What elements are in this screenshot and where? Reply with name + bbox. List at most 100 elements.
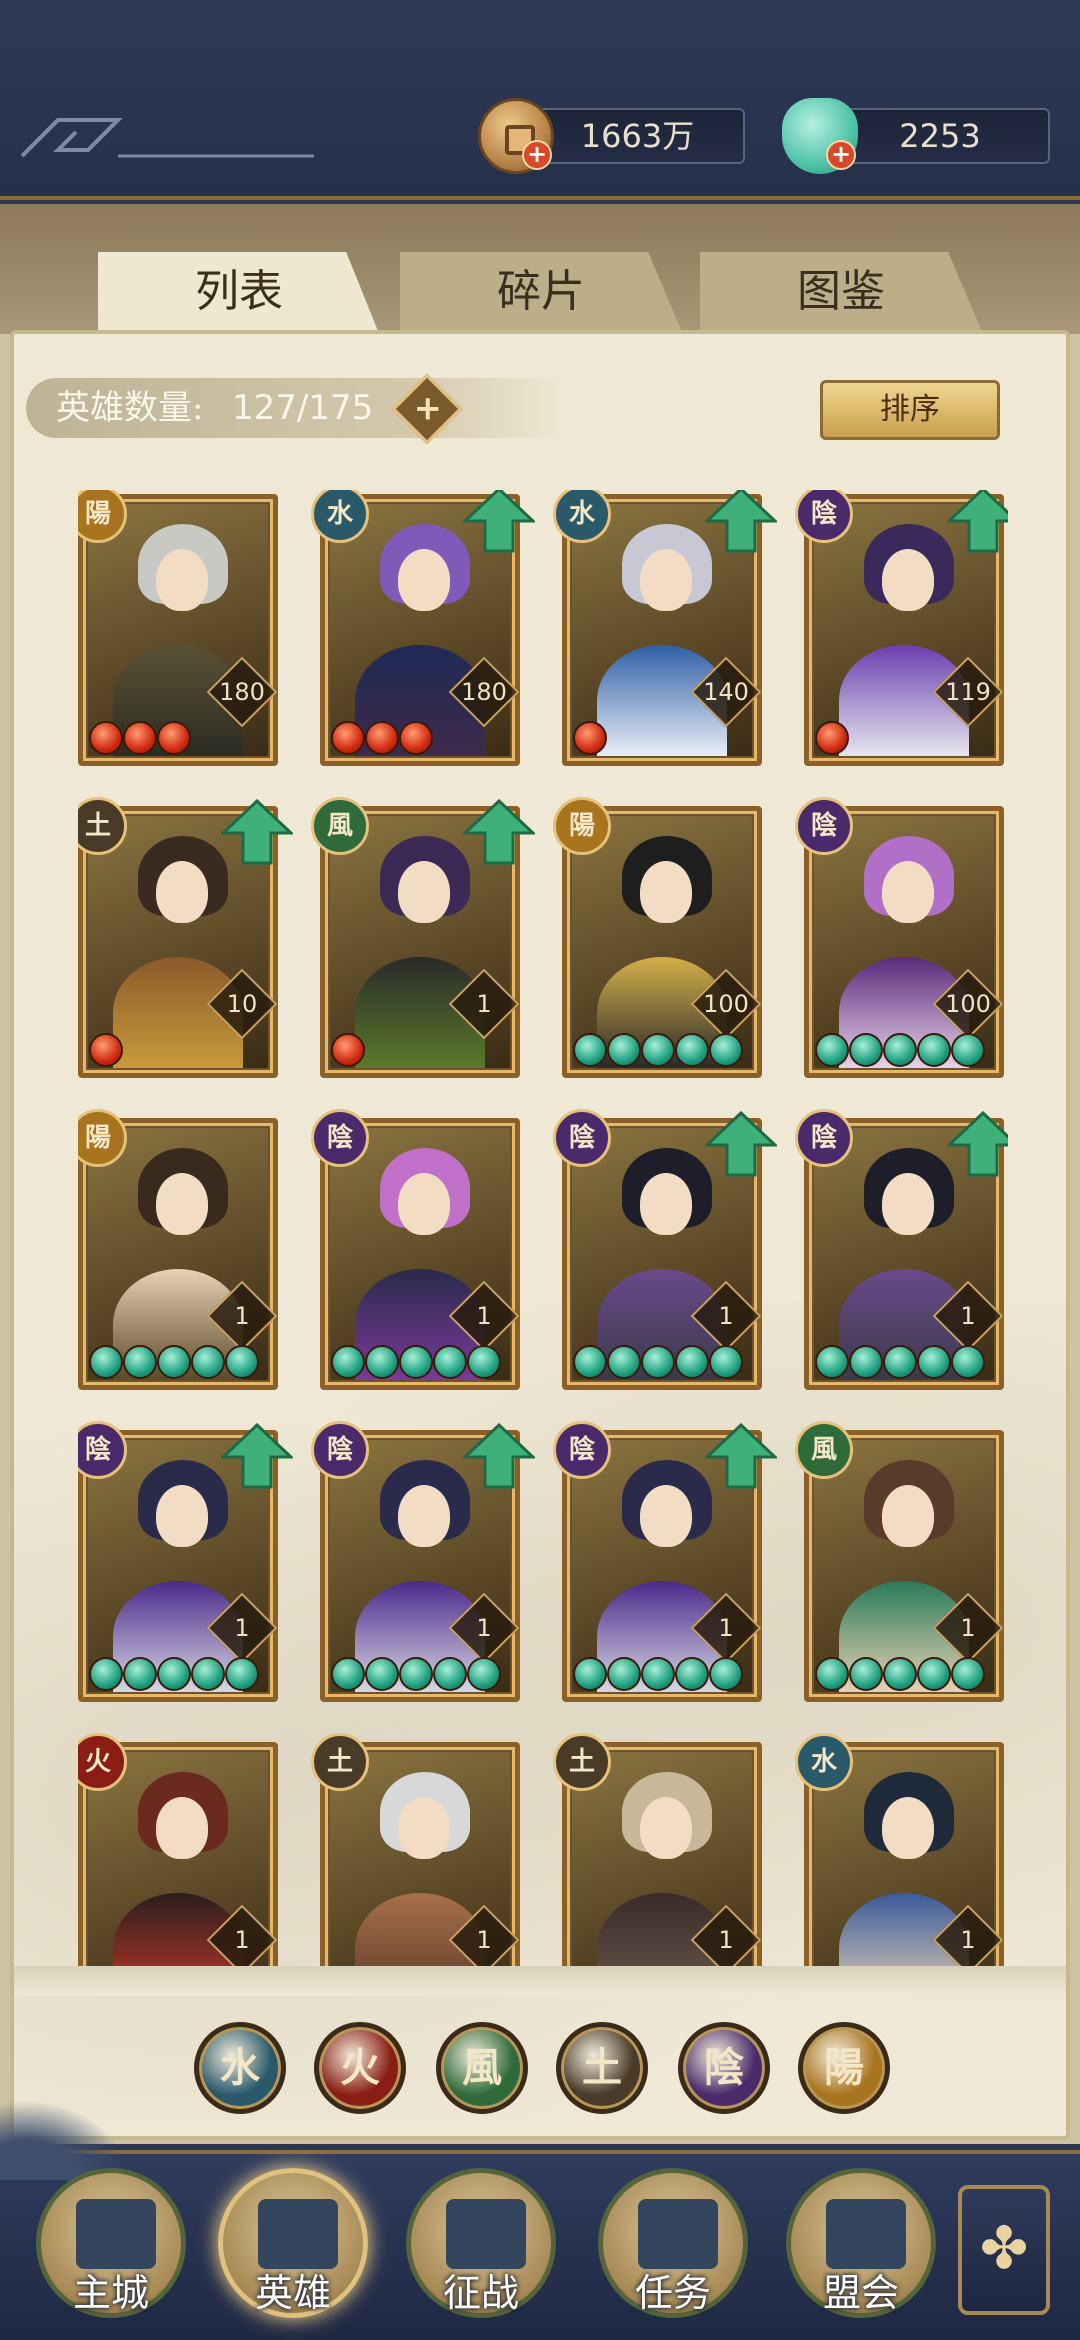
- jade-orb-icon: [433, 1657, 467, 1691]
- jade-orb-icon: [883, 1345, 917, 1379]
- nav-label: 征战: [442, 2271, 519, 2315]
- tab-codex[interactable]: 图鉴: [700, 252, 982, 332]
- star-orbs: [89, 1033, 123, 1067]
- upgrade-arrow-icon: [705, 490, 777, 553]
- hero-card[interactable]: 陰1: [553, 1421, 777, 1702]
- hero-card[interactable]: 陽1: [78, 1109, 278, 1390]
- upgrade-arrow-icon: [705, 1111, 777, 1177]
- element-badge: 陰: [553, 1421, 611, 1479]
- hero-card[interactable]: 水 140: [553, 490, 777, 766]
- element-filter-button[interactable]: 陰: [678, 2022, 770, 2114]
- level-value: 1: [960, 1302, 976, 1330]
- jade-orb-icon: [849, 1033, 883, 1067]
- hero-face: [882, 549, 935, 612]
- tab-list[interactable]: 列表: [98, 252, 380, 336]
- hero-card[interactable]: 水 180: [311, 490, 535, 766]
- hero-card[interactable]: 陰 100: [795, 797, 1004, 1078]
- jade-orb-icon: [225, 1657, 259, 1691]
- hero-card[interactable]: 陰1: [553, 1109, 777, 1390]
- jade-orb-icon: [951, 1657, 985, 1691]
- hero-face: [156, 1173, 209, 1236]
- hero-face: [398, 861, 451, 924]
- hero-card[interactable]: 土1: [311, 1733, 520, 1990]
- element-filter-button[interactable]: 陽: [798, 2022, 890, 2114]
- jade-orb-icon: [951, 1345, 985, 1379]
- add-gold-icon[interactable]: +: [522, 140, 552, 170]
- jade-orb-icon: [123, 1657, 157, 1691]
- jade-balance: 2253: [830, 108, 1050, 164]
- hero-card[interactable]: 陰1: [795, 1109, 1008, 1390]
- hero-card[interactable]: 陽 100: [553, 797, 762, 1078]
- hero-card[interactable]: 水1: [795, 1733, 1004, 1990]
- upgrade-arrow-icon: [221, 1423, 293, 1489]
- level-value: 1: [960, 1614, 976, 1642]
- element-badge: 陰: [311, 1421, 369, 1479]
- star-orbs: [815, 1657, 985, 1691]
- star-orbs: [89, 721, 191, 755]
- hero-card[interactable]: 風1: [311, 797, 535, 1078]
- hero-face: [156, 1485, 209, 1548]
- hero-card[interactable]: 風1: [795, 1421, 1004, 1702]
- jade-orb-icon: [815, 1033, 849, 1067]
- jade-orb-icon: [917, 1657, 951, 1691]
- jade-orb-icon: [157, 1657, 191, 1691]
- hero-card[interactable]: 陰 119: [795, 490, 1008, 766]
- red-orb-icon: [123, 721, 157, 755]
- tab-fragments[interactable]: 碎片: [400, 252, 682, 332]
- hero-card[interactable]: 土1: [553, 1733, 762, 1990]
- hero-grid: 陽 180 水 180 水 140 陰 119 土 10 風 1 陽 100 陰 100 陽 1 陰 1 陰 1 陰 1 陰 1 陰…: [78, 490, 1008, 1990]
- hero-face: [156, 861, 209, 924]
- jade-orb-icon: [815, 1657, 849, 1691]
- star-orbs: [573, 1345, 743, 1379]
- red-orb-icon: [365, 721, 399, 755]
- red-orb-icon: [157, 721, 191, 755]
- element-filter-button[interactable]: 火: [314, 2022, 406, 2114]
- jade-orb-icon: [709, 1657, 743, 1691]
- element-filter-button[interactable]: 土: [556, 2022, 648, 2114]
- star-orbs: [573, 1033, 743, 1067]
- hero-face: [156, 549, 209, 612]
- level-value: 10: [226, 990, 258, 1018]
- hero-card[interactable]: 陽 180: [78, 490, 278, 766]
- element-filter-button[interactable]: 水: [194, 2022, 286, 2114]
- hero-card[interactable]: 陰1: [311, 1421, 535, 1702]
- hero-card[interactable]: 陰1: [78, 1421, 293, 1702]
- jade-orb-icon: [191, 1657, 225, 1691]
- star-orbs: [331, 1033, 365, 1067]
- star-orbs: [815, 1345, 985, 1379]
- red-orb-icon: [815, 721, 849, 755]
- star-orbs: [815, 1033, 985, 1067]
- jade-orb-icon: [641, 1657, 675, 1691]
- upgrade-arrow-icon: [221, 799, 293, 865]
- level-value: 1: [960, 1926, 976, 1954]
- hero-card[interactable]: 火1: [78, 1733, 278, 1990]
- hero-face: [882, 1173, 935, 1236]
- level-value: 1: [234, 1614, 250, 1642]
- hero-card[interactable]: 陰1: [311, 1109, 520, 1390]
- gold-balance: 1663万: [530, 108, 745, 164]
- jade-orb-icon: [573, 1345, 607, 1379]
- add-jade-icon[interactable]: +: [826, 140, 856, 170]
- four-petal-menu-icon[interactable]: ✤: [958, 2185, 1050, 2315]
- element-filter-button[interactable]: 風: [436, 2022, 528, 2114]
- hero-card[interactable]: 土 10: [78, 797, 293, 1078]
- red-orb-icon: [331, 1033, 365, 1067]
- hero-count-value: 127/175: [232, 388, 374, 428]
- red-orb-icon: [399, 721, 433, 755]
- jade-orb-icon: [573, 1033, 607, 1067]
- nav-label: 主城: [72, 2271, 149, 2315]
- level-value: 1: [476, 1614, 492, 1642]
- nav-label: 英雄: [254, 2271, 331, 2315]
- sort-button[interactable]: 排序: [820, 380, 1000, 440]
- jade-orb-icon: [607, 1657, 641, 1691]
- top-bar: [0, 0, 1080, 200]
- jade-orb-icon: [815, 1345, 849, 1379]
- upgrade-arrow-icon: [947, 490, 1008, 553]
- star-orbs: [89, 1345, 259, 1379]
- upgrade-arrow-icon: [463, 1423, 535, 1489]
- hero-face: [882, 1485, 935, 1548]
- jade-orb-icon: [849, 1345, 883, 1379]
- upgrade-arrow-icon: [947, 1111, 1008, 1177]
- element-badge: 陰: [553, 1109, 611, 1167]
- jade-orb-icon: [433, 1345, 467, 1379]
